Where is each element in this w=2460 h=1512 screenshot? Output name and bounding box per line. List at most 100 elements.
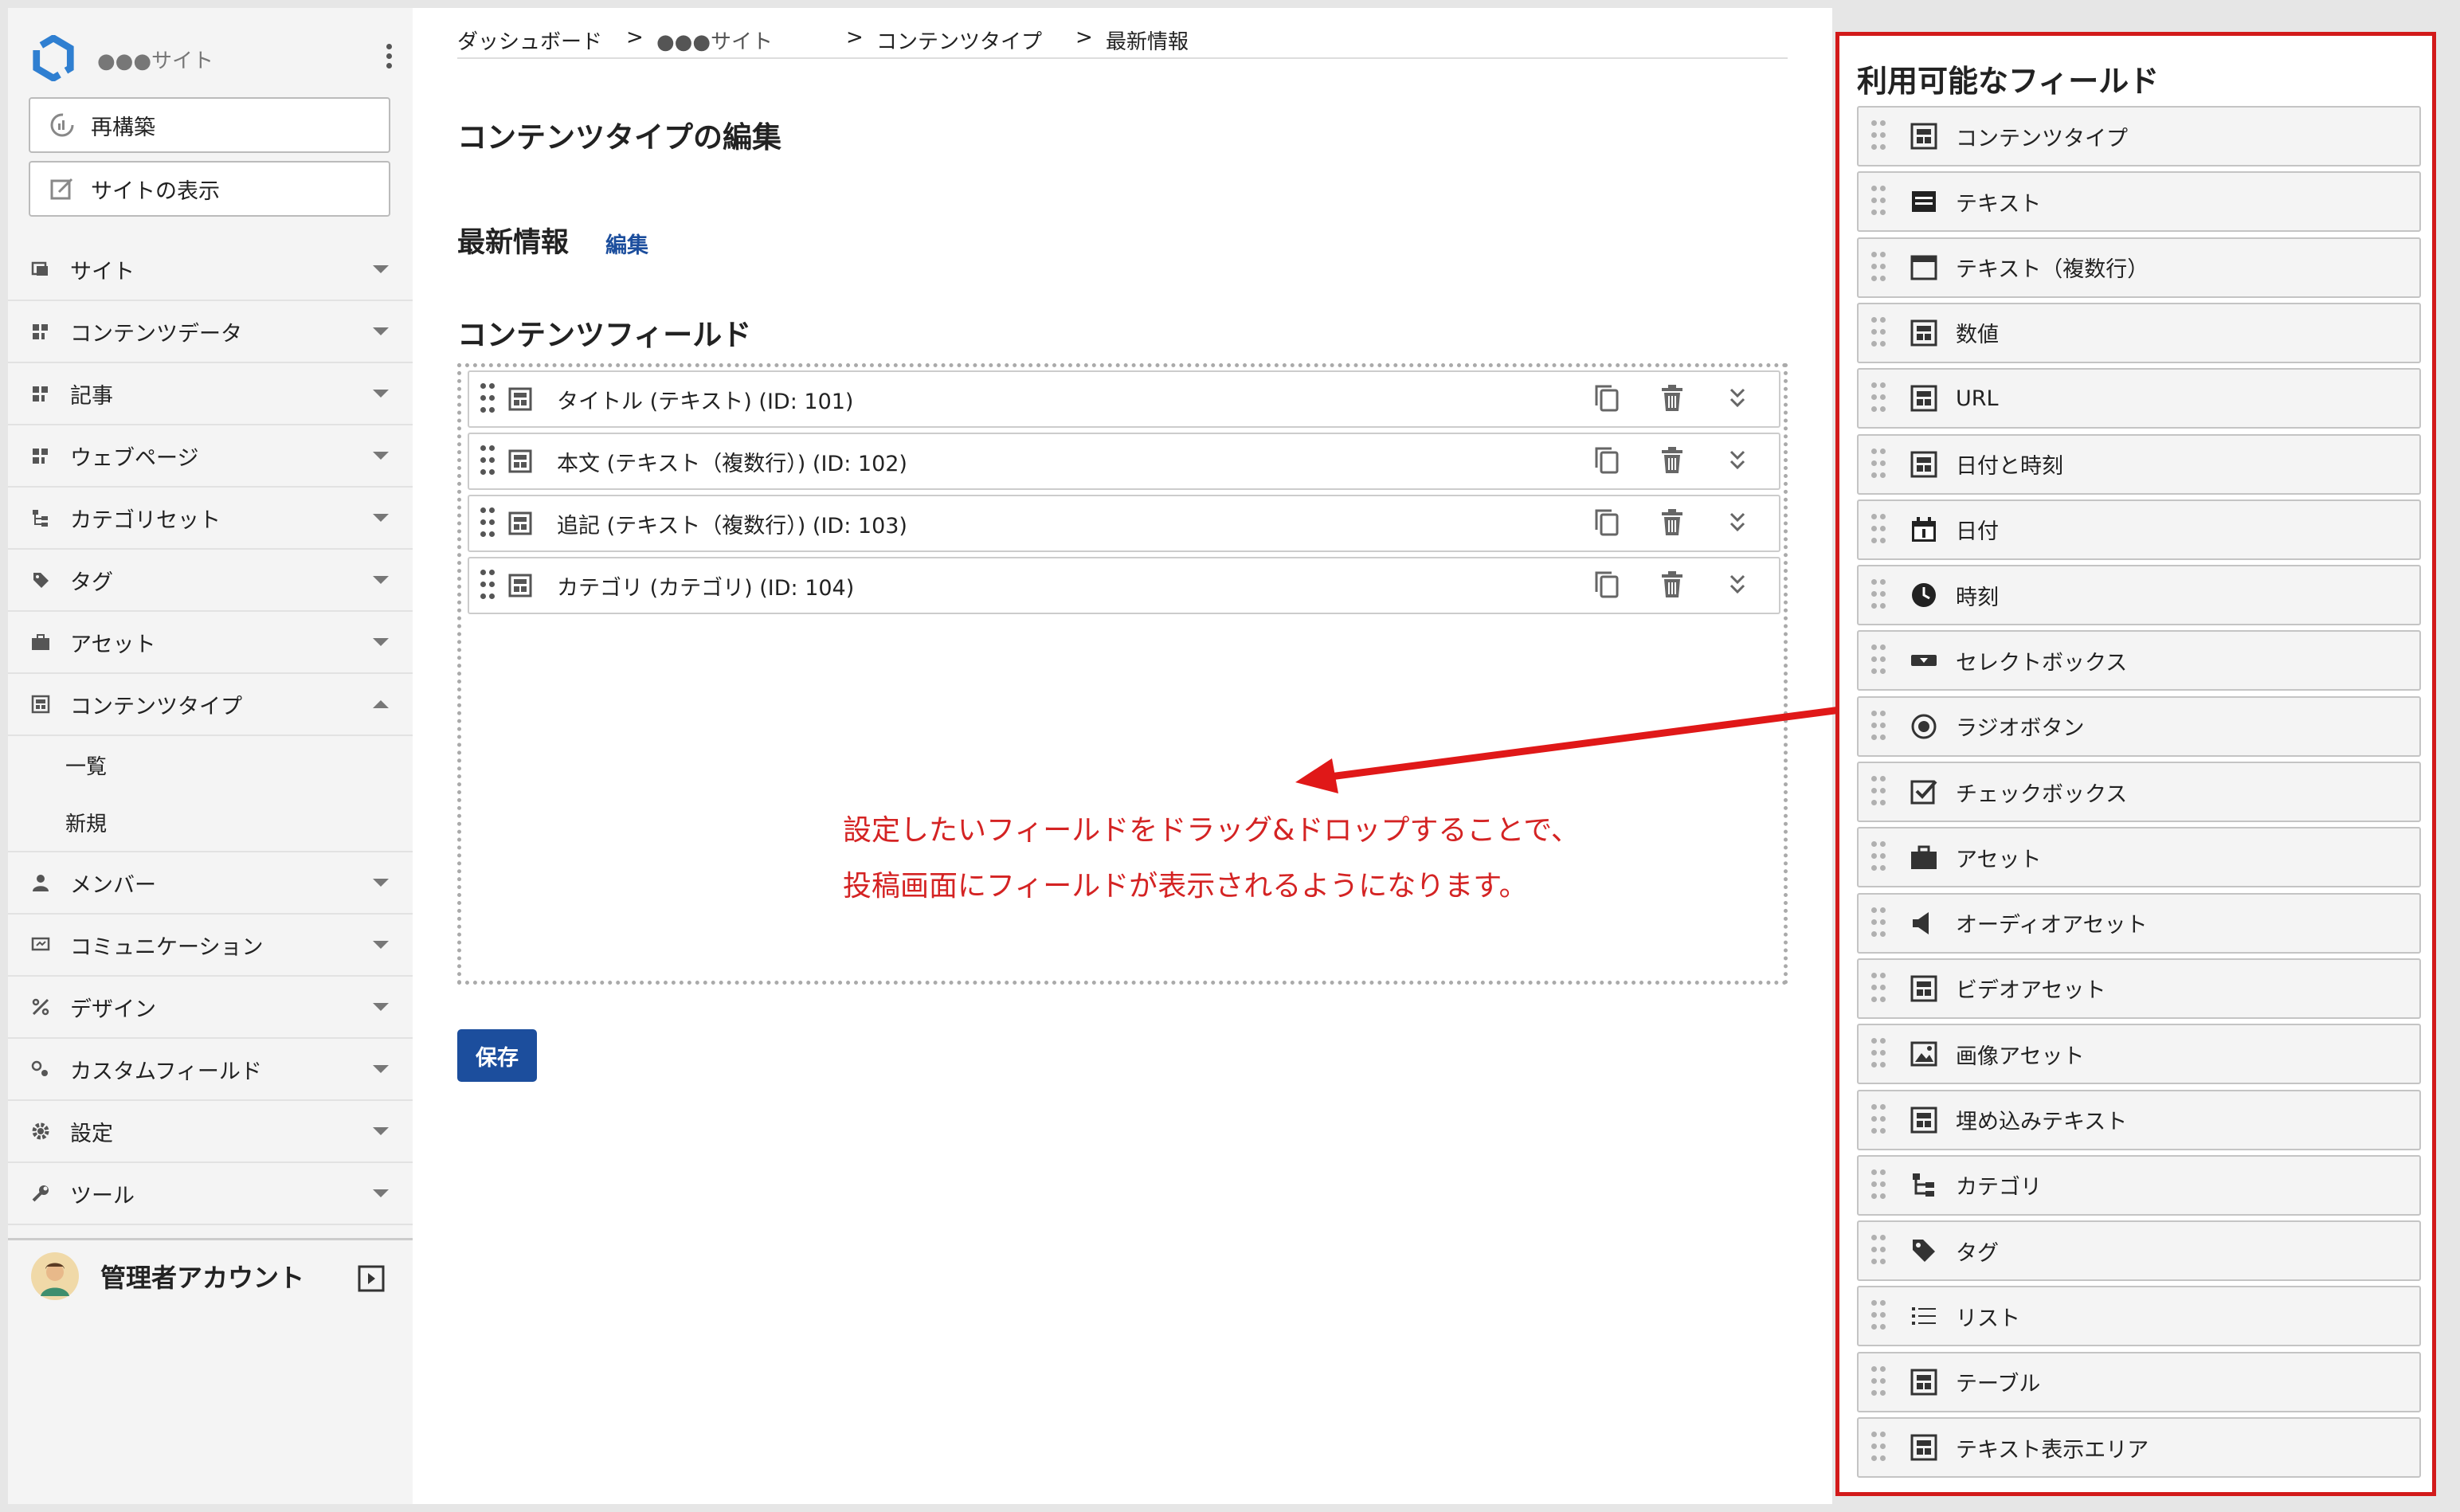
expand-icon[interactable] bbox=[1723, 507, 1752, 538]
sidebar-item-communication[interactable]: コミュニケーション bbox=[8, 915, 413, 977]
available-field-item[interactable]: テキスト表示エリア bbox=[1857, 1417, 2421, 1478]
delete-icon[interactable] bbox=[1658, 570, 1686, 600]
save-button[interactable]: 保存 bbox=[457, 1029, 537, 1082]
delete-icon[interactable] bbox=[1658, 445, 1686, 476]
delete-icon[interactable] bbox=[1658, 507, 1686, 538]
available-field-item[interactable]: ビデオアセット bbox=[1857, 958, 2421, 1019]
breadcrumb-site[interactable]: ●●●サイト bbox=[656, 25, 773, 55]
sidebar-item-label: カスタムフィールド bbox=[70, 1059, 262, 1084]
sidebar-item-webpage[interactable]: ウェブページ bbox=[8, 425, 413, 488]
radio-button-icon bbox=[1911, 714, 1937, 739]
field-row[interactable]: タイトル (テキスト) (ID: 101) bbox=[468, 370, 1780, 428]
drag-handle-icon[interactable] bbox=[1871, 120, 1886, 152]
duplicate-icon[interactable] bbox=[1592, 507, 1621, 538]
breadcrumb-separator: > bbox=[1075, 25, 1093, 49]
drag-handle-icon[interactable] bbox=[1871, 382, 1886, 414]
available-field-item[interactable]: テーブル bbox=[1857, 1351, 2421, 1412]
sidebar-subitem-list[interactable]: 一覧 bbox=[8, 736, 413, 793]
view-site-button[interactable]: サイトの表示 bbox=[29, 161, 390, 217]
sidebar-item-tools[interactable]: ツール bbox=[8, 1163, 413, 1225]
breadcrumb-dashboard[interactable]: ダッシュボード bbox=[457, 25, 602, 55]
drag-handle-icon[interactable] bbox=[1871, 776, 1886, 808]
available-field-item[interactable]: ラジオボタン bbox=[1857, 695, 2421, 757]
drag-handle-icon[interactable] bbox=[1871, 316, 1886, 349]
sidebar-item-asset[interactable]: アセット bbox=[8, 612, 413, 674]
available-field-item[interactable]: オーディオアセット bbox=[1857, 892, 2421, 954]
external-edit-icon bbox=[50, 178, 73, 200]
sidebar-item-category-set[interactable]: カテゴリセット bbox=[8, 488, 413, 550]
drag-handle-icon[interactable] bbox=[480, 570, 495, 601]
asset-icon bbox=[1911, 845, 1937, 870]
expand-icon[interactable] bbox=[1723, 383, 1752, 413]
available-field-item[interactable]: 時刻 bbox=[1857, 565, 2421, 626]
field-row[interactable]: 追記 (テキスト（複数行）) (ID: 103) bbox=[468, 495, 1780, 552]
available-field-item[interactable]: 日付 bbox=[1857, 499, 2421, 560]
sidebar-item-member[interactable]: メンバー bbox=[8, 852, 413, 915]
delete-icon[interactable] bbox=[1658, 383, 1686, 413]
edit-link[interactable]: 編集 bbox=[605, 228, 648, 259]
sidebar-item-settings[interactable]: 設定 bbox=[8, 1101, 413, 1163]
site-menu-icon[interactable] bbox=[381, 41, 397, 73]
drag-handle-icon[interactable] bbox=[1871, 644, 1886, 676]
drag-handle-icon[interactable] bbox=[480, 383, 495, 415]
drag-handle-icon[interactable] bbox=[1871, 448, 1886, 480]
drag-handle-icon[interactable] bbox=[1871, 710, 1886, 742]
field-row[interactable]: 本文 (テキスト（複数行）) (ID: 102) bbox=[468, 433, 1780, 490]
available-field-item[interactable]: チェックボックス bbox=[1857, 762, 2421, 822]
drag-handle-icon[interactable] bbox=[480, 507, 495, 539]
available-field-item[interactable]: 日付と時刻 bbox=[1857, 433, 2421, 495]
available-field-item[interactable]: テキスト bbox=[1857, 171, 2421, 233]
drag-handle-icon[interactable] bbox=[1871, 1432, 1886, 1463]
sidebar-item-label: ツール bbox=[70, 1183, 135, 1208]
available-field-item[interactable]: リスト bbox=[1857, 1286, 2421, 1347]
sidebar-item-site[interactable]: サイト bbox=[8, 239, 413, 301]
sidebar-item-content-data[interactable]: コンテンツデータ bbox=[8, 301, 413, 363]
available-field-item[interactable]: セレクトボックス bbox=[1857, 630, 2421, 691]
site-name[interactable]: ●●●サイト bbox=[97, 45, 213, 74]
category-icon bbox=[1913, 1173, 1934, 1197]
drag-handle-icon[interactable] bbox=[1871, 907, 1886, 939]
duplicate-icon[interactable] bbox=[1592, 570, 1621, 600]
available-field-item[interactable]: アセット bbox=[1857, 827, 2421, 888]
drag-handle-icon[interactable] bbox=[1871, 251, 1886, 284]
available-field-item[interactable]: 埋め込みテキスト bbox=[1857, 1089, 2421, 1150]
drag-handle-icon[interactable] bbox=[1871, 1038, 1886, 1070]
available-field-item[interactable]: コンテンツタイプ bbox=[1857, 106, 2421, 166]
field-row[interactable]: カテゴリ (カテゴリ) (ID: 104) bbox=[468, 557, 1780, 614]
sidebar-item-article[interactable]: 記事 bbox=[8, 363, 413, 425]
drag-handle-icon[interactable] bbox=[1871, 972, 1886, 1005]
drag-handle-icon[interactable] bbox=[1871, 1103, 1886, 1136]
field-type-icon bbox=[508, 574, 532, 597]
drag-handle-icon[interactable] bbox=[1871, 1300, 1886, 1332]
sidebar-item-design[interactable]: デザイン bbox=[8, 977, 413, 1039]
logout-icon[interactable] bbox=[357, 1264, 386, 1293]
available-field-item[interactable]: タグ bbox=[1857, 1220, 2421, 1282]
expand-icon[interactable] bbox=[1723, 445, 1752, 476]
duplicate-icon[interactable] bbox=[1592, 445, 1621, 476]
rebuild-button[interactable]: 再構築 bbox=[29, 97, 390, 153]
breadcrumb-content-type[interactable]: コンテンツタイプ bbox=[876, 25, 1042, 55]
available-field-item[interactable]: URL bbox=[1857, 368, 2421, 429]
available-field-item[interactable]: カテゴリ bbox=[1857, 1154, 2421, 1216]
field-type-icon bbox=[508, 387, 532, 411]
drag-handle-icon[interactable] bbox=[1871, 579, 1886, 611]
sidebar-item-tag[interactable]: タグ bbox=[8, 550, 413, 612]
sidebar-subitem-new[interactable]: 新規 bbox=[8, 793, 413, 852]
drag-handle-icon[interactable] bbox=[1871, 1365, 1886, 1398]
account-name[interactable]: 管理者アカウント bbox=[100, 1258, 304, 1295]
drag-handle-icon[interactable] bbox=[1871, 841, 1886, 873]
drag-handle-icon[interactable] bbox=[480, 445, 495, 477]
avatar[interactable] bbox=[30, 1252, 80, 1301]
field-label: カテゴリ (カテゴリ) (ID: 104) bbox=[557, 575, 855, 601]
expand-icon[interactable] bbox=[1723, 570, 1752, 600]
available-field-item[interactable]: 数値 bbox=[1857, 302, 2421, 363]
drag-handle-icon[interactable] bbox=[1871, 513, 1886, 546]
sidebar-item-custom-field[interactable]: カスタムフィールド bbox=[8, 1039, 413, 1101]
available-field-item[interactable]: 画像アセット bbox=[1857, 1024, 2421, 1085]
duplicate-icon[interactable] bbox=[1592, 383, 1621, 413]
drag-handle-icon[interactable] bbox=[1871, 1169, 1886, 1201]
drag-handle-icon[interactable] bbox=[1871, 1235, 1886, 1267]
drag-handle-icon[interactable] bbox=[1871, 186, 1886, 217]
sidebar-item-content-type[interactable]: コンテンツタイプ bbox=[8, 674, 413, 736]
available-field-item[interactable]: テキスト（複数行） bbox=[1857, 237, 2421, 298]
